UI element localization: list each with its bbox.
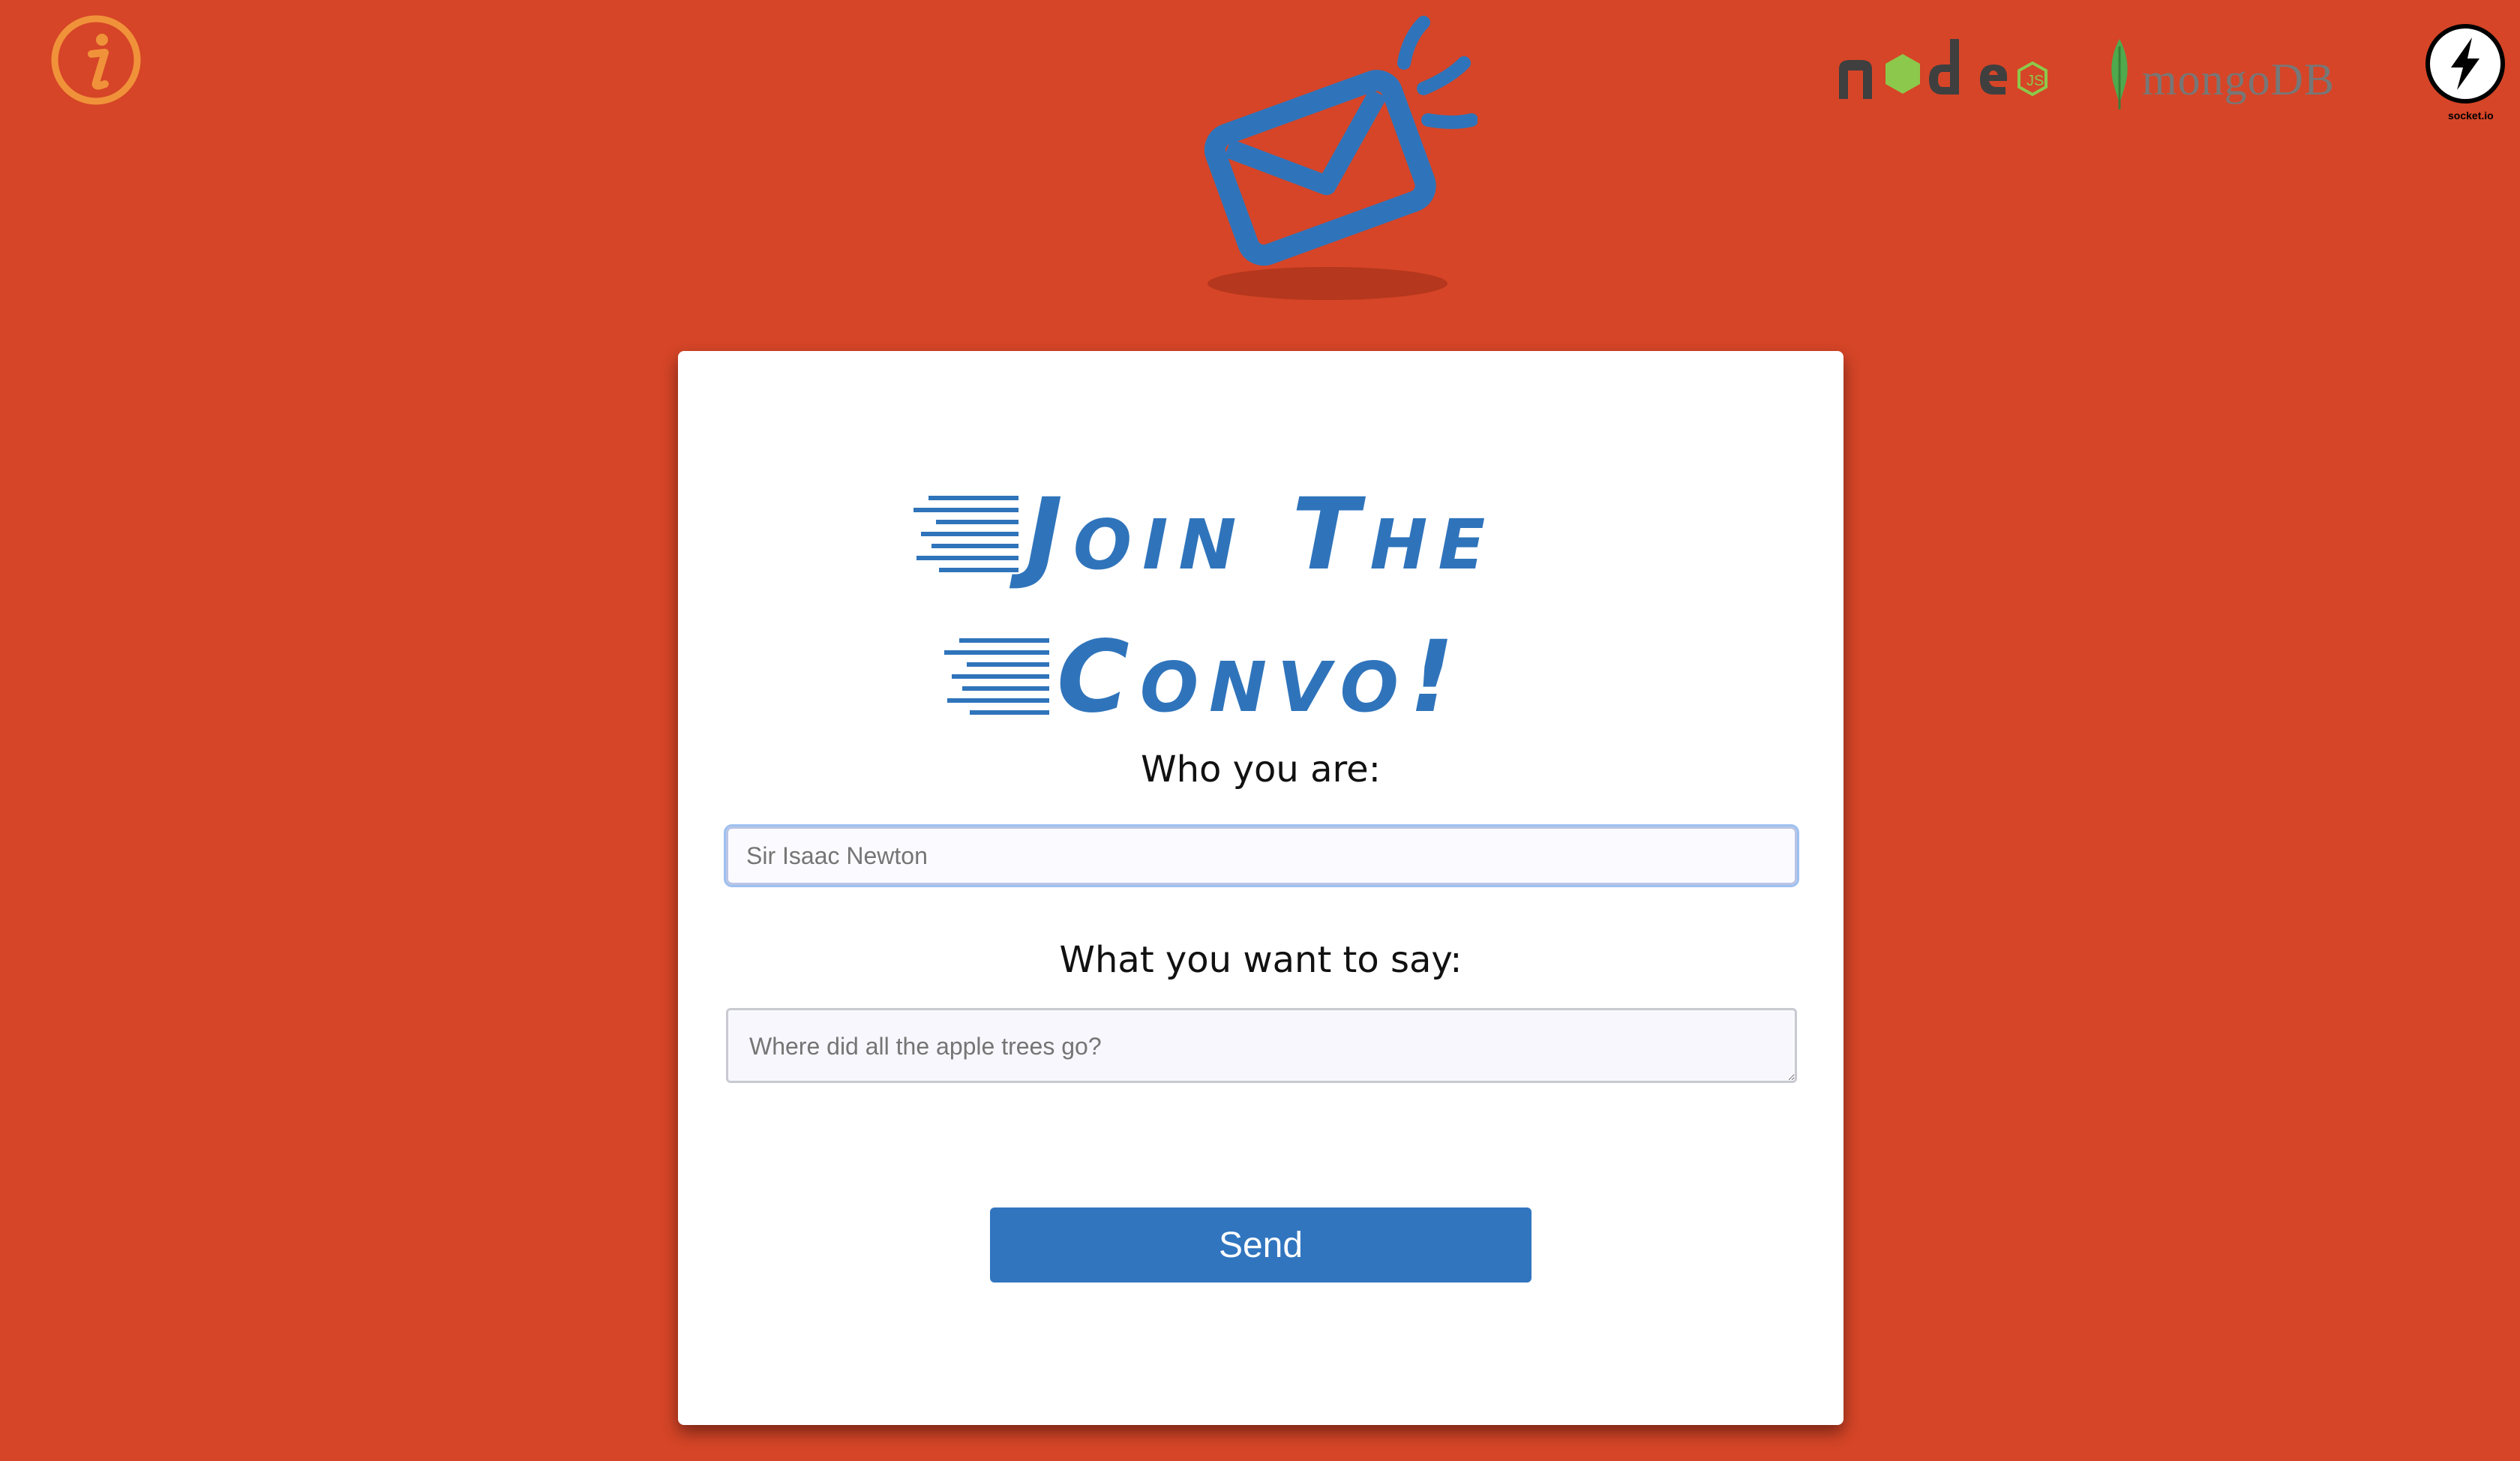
speed-lines-icon xyxy=(944,638,1049,715)
socketio-wordmark: socket.io xyxy=(2448,110,2494,122)
info-button[interactable] xyxy=(48,14,144,106)
info-icon xyxy=(51,15,141,105)
mongodb-logo: mongoDB xyxy=(2100,32,2340,114)
title-line-2: Convo! xyxy=(1056,620,1466,735)
speed-lines-icon xyxy=(913,496,1018,572)
send-button[interactable]: Send xyxy=(990,1208,1532,1282)
nodejs-logo: JS xyxy=(1830,32,2070,114)
envelope-icon xyxy=(1204,16,1478,300)
socketio-logo: socket.io xyxy=(2422,21,2508,130)
title-line-1: Join The xyxy=(1025,477,1496,592)
name-label: Who you are: xyxy=(1141,748,1381,790)
envelope-logo xyxy=(1170,8,1478,315)
svg-text:JS: JS xyxy=(2026,73,2044,89)
name-input[interactable] xyxy=(724,824,1799,887)
message-label: What you want to say: xyxy=(1059,939,1462,981)
join-form-card: Join The Convo! Who you are: What you wa… xyxy=(678,351,1844,1425)
join-title: Join The Convo! xyxy=(678,464,1844,748)
mongodb-wordmark: mongoDB xyxy=(2142,55,2336,104)
message-textarea[interactable] xyxy=(726,1008,1797,1083)
tech-logos: JS mongoDB socket.io xyxy=(1830,16,2520,129)
